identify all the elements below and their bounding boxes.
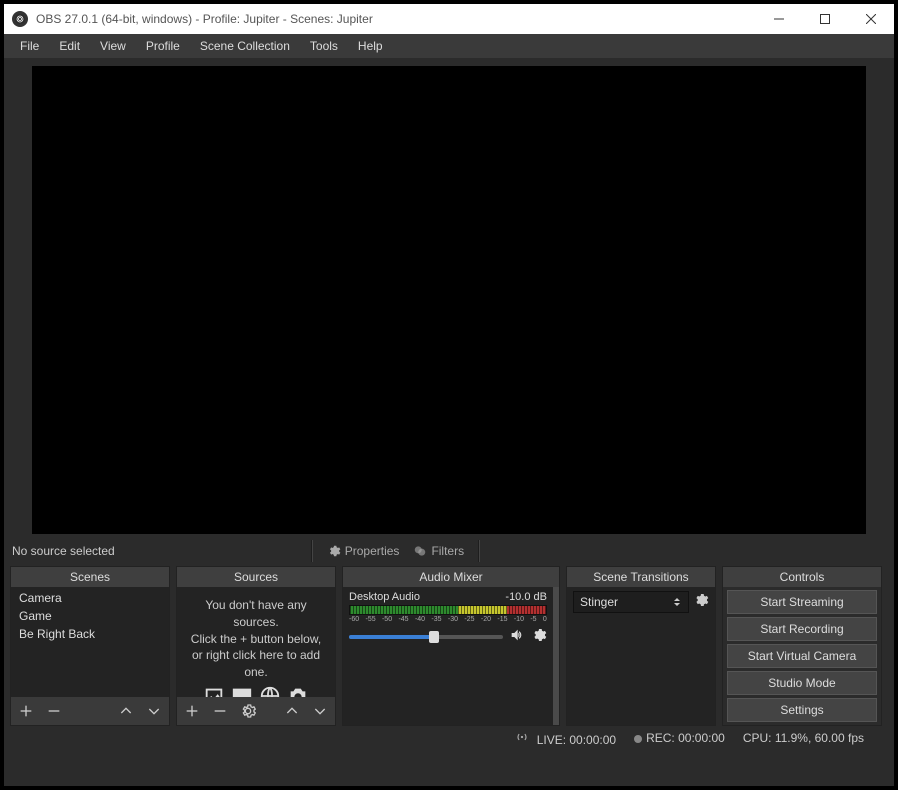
rec-status: REC: 00:00:00 xyxy=(634,731,725,745)
mixer-level: -10.0 dB xyxy=(505,591,547,603)
volume-slider[interactable] xyxy=(349,635,503,639)
menu-edit[interactable]: Edit xyxy=(49,35,90,57)
speaker-icon xyxy=(509,627,525,643)
channel-settings-button[interactable] xyxy=(531,627,547,646)
window-title: OBS 27.0.1 (64-bit, windows) - Profile: … xyxy=(36,12,756,26)
preview-canvas[interactable] xyxy=(32,66,866,534)
display-icon xyxy=(231,685,253,697)
gear-icon xyxy=(531,627,547,643)
transition-selected: Stinger xyxy=(580,595,618,609)
menu-profile[interactable]: Profile xyxy=(136,35,190,57)
plus-icon xyxy=(184,703,200,719)
statusbar: LIVE: 00:00:00 REC: 00:00:00 CPU: 11.9%,… xyxy=(4,726,894,750)
transitions-body: Stinger xyxy=(567,587,715,725)
chevron-up-icon xyxy=(284,703,300,719)
start-streaming-button[interactable]: Start Streaming xyxy=(727,590,877,614)
transitions-dock: Scene Transitions Stinger xyxy=(566,566,716,726)
settings-button[interactable]: Settings xyxy=(727,698,877,722)
controls-body: Start Streaming Start Recording Start Vi… xyxy=(723,587,881,725)
titlebar: OBS 27.0.1 (64-bit, windows) - Profile: … xyxy=(4,4,894,34)
transition-properties-button[interactable] xyxy=(693,592,709,613)
minus-icon xyxy=(46,703,62,719)
scenes-header: Scenes xyxy=(11,567,169,587)
filters-label: Filters xyxy=(431,544,464,558)
sources-empty-line: or right click here to add one. xyxy=(185,647,327,681)
properties-button[interactable]: Properties xyxy=(323,544,404,558)
start-recording-button[interactable]: Start Recording xyxy=(727,617,877,641)
move-scene-up-button[interactable] xyxy=(117,702,135,720)
sources-empty-line: Click the + button below, xyxy=(185,631,327,648)
menu-tools[interactable]: Tools xyxy=(300,35,348,57)
filters-icon xyxy=(413,544,427,558)
scenes-list[interactable]: Camera Game Be Right Back xyxy=(11,587,169,697)
mute-button[interactable] xyxy=(509,627,525,646)
mixer-header: Audio Mixer xyxy=(343,567,559,587)
mixer-body: Desktop Audio -10.0 dB -60-55-50-45-40-3… xyxy=(343,587,559,725)
audio-mixer-dock: Audio Mixer Desktop Audio -10.0 dB -60-5… xyxy=(342,566,560,726)
gear-icon xyxy=(693,592,709,608)
scene-item[interactable]: Camera xyxy=(11,589,169,607)
sources-list[interactable]: You don't have any sources. Click the + … xyxy=(177,587,335,697)
audio-meter xyxy=(349,605,547,615)
separator xyxy=(478,540,480,562)
gear-icon xyxy=(240,703,256,719)
filters-button[interactable]: Filters xyxy=(409,544,468,558)
menubar: File Edit View Profile Scene Collection … xyxy=(4,34,894,58)
docks-row: Scenes Camera Game Be Right Back Sources xyxy=(4,566,894,726)
chevron-down-icon xyxy=(146,703,162,719)
plus-icon xyxy=(18,703,34,719)
sources-header: Sources xyxy=(177,567,335,587)
gear-icon xyxy=(327,544,341,558)
minimize-button[interactable] xyxy=(756,4,802,34)
mixer-channel-name: Desktop Audio xyxy=(349,591,420,603)
updown-icon xyxy=(672,597,682,607)
menu-help[interactable]: Help xyxy=(348,35,393,57)
menu-scene-collection[interactable]: Scene Collection xyxy=(190,35,300,57)
remove-scene-button[interactable] xyxy=(45,702,63,720)
chevron-down-icon xyxy=(312,703,328,719)
globe-icon xyxy=(259,685,281,697)
scenes-dock: Scenes Camera Game Be Right Back xyxy=(10,566,170,726)
close-button[interactable] xyxy=(848,4,894,34)
remove-source-button[interactable] xyxy=(211,702,229,720)
live-status: LIVE: 00:00:00 xyxy=(515,730,616,747)
transition-select[interactable]: Stinger xyxy=(573,591,689,613)
move-scene-down-button[interactable] xyxy=(145,702,163,720)
scene-item[interactable]: Game xyxy=(11,607,169,625)
image-icon xyxy=(203,685,225,697)
app-window: OBS 27.0.1 (64-bit, windows) - Profile: … xyxy=(4,4,894,786)
cpu-status: CPU: 11.9%, 60.00 fps xyxy=(743,731,864,745)
move-source-up-button[interactable] xyxy=(283,702,301,720)
add-source-button[interactable] xyxy=(183,702,201,720)
source-properties-button[interactable] xyxy=(239,702,257,720)
scenes-footer xyxy=(11,697,169,725)
menu-view[interactable]: View xyxy=(90,35,136,57)
chevron-up-icon xyxy=(118,703,134,719)
sources-hint-icons xyxy=(185,685,327,697)
broadcast-icon xyxy=(515,730,529,744)
app-icon xyxy=(12,11,28,27)
maximize-button[interactable] xyxy=(802,4,848,34)
source-status: No source selected xyxy=(12,544,115,558)
transitions-header: Scene Transitions xyxy=(567,567,715,587)
move-source-down-button[interactable] xyxy=(311,702,329,720)
properties-label: Properties xyxy=(345,544,400,558)
add-scene-button[interactable] xyxy=(17,702,35,720)
source-toolbar: No source selected Properties Filters xyxy=(4,536,894,566)
sources-dock: Sources You don't have any sources. Clic… xyxy=(176,566,336,726)
studio-mode-button[interactable]: Studio Mode xyxy=(727,671,877,695)
separator xyxy=(311,540,313,562)
controls-dock: Controls Start Streaming Start Recording… xyxy=(722,566,882,726)
minus-icon xyxy=(212,703,228,719)
start-virtual-camera-button[interactable]: Start Virtual Camera xyxy=(727,644,877,668)
controls-header: Controls xyxy=(723,567,881,587)
camera-icon xyxy=(287,685,309,697)
scene-item[interactable]: Be Right Back xyxy=(11,625,169,643)
meter-ticks: -60-55-50-45-40-35-30-25-20-15-10-50 xyxy=(349,616,547,623)
record-dot-icon xyxy=(634,735,642,743)
preview-area xyxy=(4,58,894,536)
sources-empty-line: You don't have any sources. xyxy=(185,597,327,631)
sources-footer xyxy=(177,697,335,725)
menu-file[interactable]: File xyxy=(10,35,49,57)
